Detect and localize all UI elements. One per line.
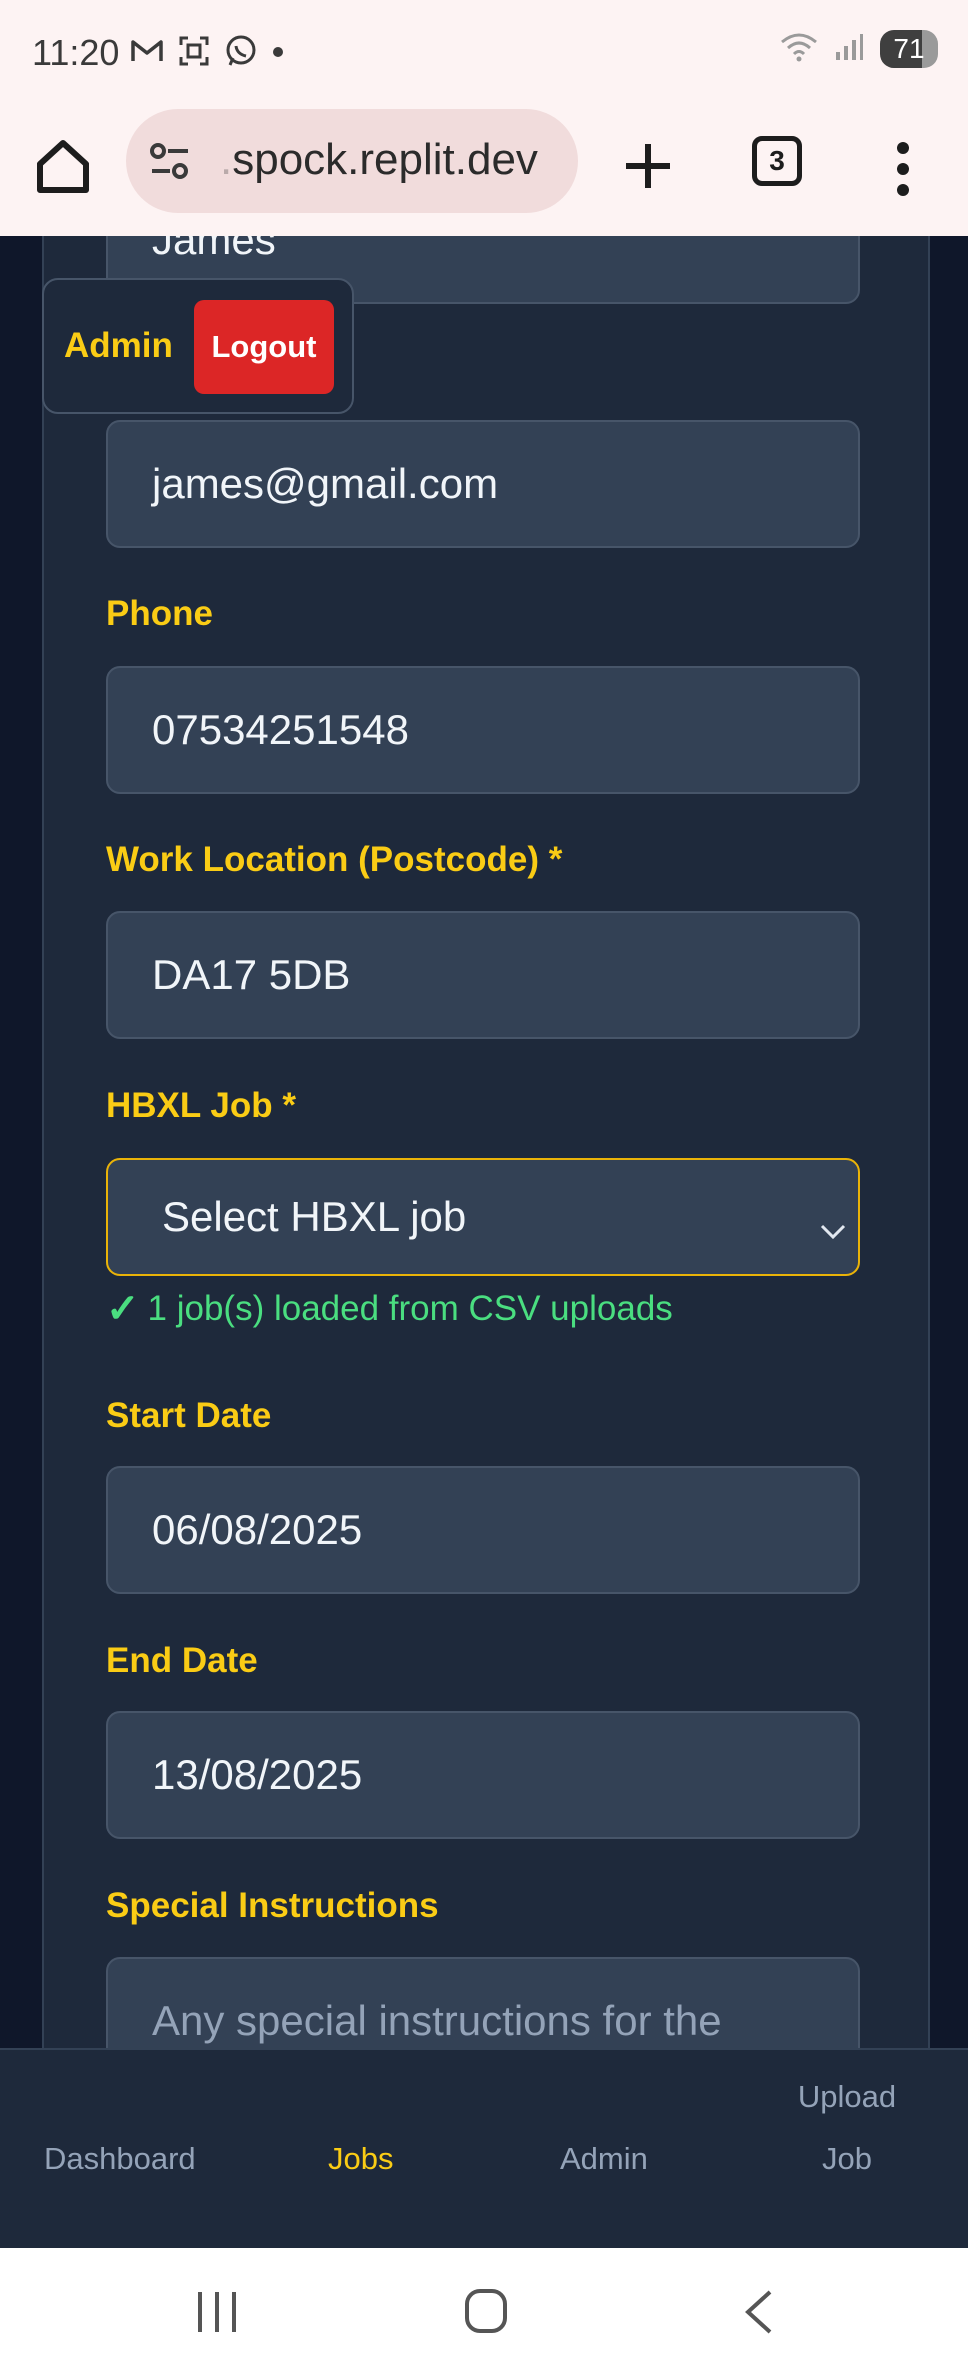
csv-status-text: 1 job(s) loaded from CSV uploads <box>147 1289 673 1328</box>
chevron-down-icon <box>818 1206 848 1254</box>
admin-menu-popup: Admin Logout <box>42 278 354 414</box>
more-menu-icon[interactable] <box>888 134 918 204</box>
browser-toolbar: .spock.replit.dev 3 <box>0 106 968 236</box>
bottom-navigation: Dashboard Jobs Admin Upload Job <box>0 2048 968 2248</box>
system-icons: 71 <box>780 30 938 68</box>
location-label: Work Location (Postcode) * <box>106 840 563 879</box>
back-icon[interactable] <box>742 2288 774 2341</box>
end-date-label: End Date <box>106 1641 258 1680</box>
nav-upload-job[interactable]: Upload Job <box>790 2066 904 2190</box>
nav-admin[interactable]: Admin <box>560 2128 648 2190</box>
nav-jobs[interactable]: Jobs <box>328 2128 393 2190</box>
home-nav-icon[interactable] <box>464 2288 508 2339</box>
signal-icon <box>834 32 864 67</box>
wifi-icon <box>780 32 818 67</box>
hbxl-job-selected: Select HBXL job <box>162 1193 467 1240</box>
csv-status: ✓ 1 job(s) loaded from CSV uploads <box>106 1286 673 1332</box>
end-date-field[interactable]: 13/08/2025 <box>106 1711 860 1839</box>
url-text: .spock.replit.dev <box>220 135 538 185</box>
email-field[interactable]: james@gmail.com <box>106 420 860 548</box>
phone-field[interactable]: 07534251548 <box>106 666 860 794</box>
hbxl-job-label: HBXL Job * <box>106 1086 296 1125</box>
system-navigation-bar <box>0 2248 968 2376</box>
start-date-label: Start Date <box>106 1396 272 1435</box>
phone-label: Phone <box>106 594 213 633</box>
check-icon: ✓ <box>106 1287 140 1331</box>
address-bar[interactable]: .spock.replit.dev <box>126 109 578 213</box>
postcode-field[interactable]: DA17 5DB <box>106 911 860 1039</box>
notification-icons <box>130 34 284 73</box>
screenshot-icon <box>178 35 210 72</box>
page-content: James james@gmail.com Phone 07534251548 … <box>0 236 968 2048</box>
url-faded-prefix: . <box>220 135 233 184</box>
whatsapp-icon <box>224 34 258 73</box>
gmail-icon <box>130 38 164 69</box>
instructions-label: Special Instructions <box>106 1886 439 1925</box>
instructions-textarea[interactable]: Any special instructions for the <box>106 1957 860 2048</box>
recent-apps-icon[interactable] <box>196 2290 238 2339</box>
dot-icon <box>272 45 284 63</box>
admin-label[interactable]: Admin <box>64 326 173 366</box>
home-icon[interactable] <box>30 134 96 200</box>
tab-switcher-button[interactable]: 3 <box>752 136 802 186</box>
status-time: 11:20 <box>32 32 120 73</box>
nav-dashboard[interactable]: Dashboard <box>44 2128 196 2190</box>
site-settings-icon[interactable] <box>148 139 192 188</box>
hbxl-job-select[interactable]: Select HBXL job <box>106 1158 860 1276</box>
url-domain: spock.replit.dev <box>232 135 538 184</box>
logout-button[interactable]: Logout <box>194 300 334 394</box>
nav-upload-line1: Upload <box>797 2079 897 2114</box>
nav-upload-line2: Job <box>822 2141 872 2176</box>
battery-icon: 71 <box>880 30 938 68</box>
new-tab-icon[interactable] <box>618 136 678 196</box>
start-date-field[interactable]: 06/08/2025 <box>106 1466 860 1594</box>
status-bar: 11:20 71 <box>0 0 968 106</box>
